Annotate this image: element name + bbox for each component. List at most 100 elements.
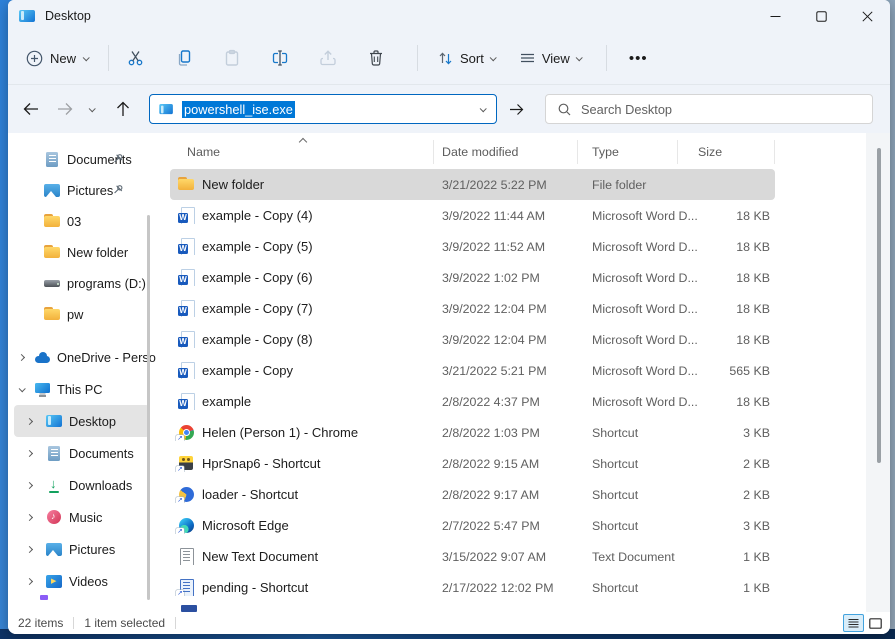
file-type: Microsoft Word D... bbox=[592, 364, 698, 378]
sidebar-quick-item[interactable]: pw bbox=[14, 299, 150, 330]
tree-chevron-icon[interactable] bbox=[26, 577, 33, 584]
tree-chevron-icon[interactable] bbox=[26, 481, 33, 488]
scrollbar-thumb[interactable] bbox=[877, 148, 881, 463]
chevron-down-icon bbox=[83, 54, 90, 61]
sidebar-quick-item[interactable]: Documents bbox=[14, 144, 150, 175]
file-name: pending - Shortcut bbox=[202, 580, 308, 595]
sidebar-quick-item[interactable]: programs (D:) bbox=[14, 268, 150, 299]
file-row[interactable]: ↗ Helen (Person 1) - Chrome 2/8/2022 1:0… bbox=[170, 417, 775, 448]
large-icons-view-button[interactable] bbox=[865, 614, 886, 632]
sidebar-scrollbar-thumb[interactable] bbox=[147, 215, 150, 600]
new-button[interactable]: New bbox=[16, 44, 98, 73]
file-row[interactable]: ↗ loader - Shortcut 2/8/2022 9:17 AM Sho… bbox=[170, 479, 775, 510]
desktop-icon bbox=[159, 102, 173, 116]
folder-icon bbox=[44, 213, 61, 230]
cut-button[interactable] bbox=[119, 41, 153, 75]
sidebar-tree-item[interactable]: This PC bbox=[14, 373, 150, 405]
column-separator[interactable] bbox=[774, 140, 775, 164]
column-header-size[interactable]: Size bbox=[698, 145, 775, 159]
sidebar-quick-item[interactable]: Pictures bbox=[14, 175, 150, 206]
file-row[interactable]: example - Copy 3/21/2022 5:21 PM Microso… bbox=[170, 355, 775, 386]
sidebar-tree-item[interactable]: Pictures bbox=[14, 533, 150, 565]
sidebar-tree-item[interactable]: Music bbox=[14, 501, 150, 533]
file-type: Microsoft Word D... bbox=[592, 333, 698, 347]
file-row[interactable]: example - Copy (7) 3/9/2022 12:04 PM Mic… bbox=[170, 293, 775, 324]
maximize-button[interactable] bbox=[798, 0, 844, 32]
chevron-down-icon[interactable] bbox=[480, 105, 487, 112]
sidebar-tree-item[interactable]: Downloads bbox=[14, 469, 150, 501]
recent-locations-button[interactable] bbox=[81, 95, 101, 123]
file-row[interactable]: ↗ HprSnap6 - Shortcut 2/8/2022 9:15 AM S… bbox=[170, 448, 775, 479]
status-bar: 22 items 1 item selected bbox=[8, 612, 890, 634]
file-row[interactable]: example - Copy (8) 3/9/2022 12:04 PM Mic… bbox=[170, 324, 775, 355]
column-separator[interactable] bbox=[433, 140, 434, 164]
paste-button[interactable] bbox=[215, 41, 249, 75]
details-view-button[interactable] bbox=[843, 614, 864, 632]
address-bar[interactable]: powershell_ise.exe bbox=[149, 94, 497, 124]
file-row[interactable]: New Text Document 3/15/2022 9:07 AM Text… bbox=[170, 541, 775, 572]
file-row[interactable]: example - Copy (4) 3/9/2022 11:44 AM Mic… bbox=[170, 200, 775, 231]
sidebar-item-label: programs (D:) bbox=[67, 276, 146, 291]
column-header-date-modified[interactable]: Date modified bbox=[442, 145, 592, 159]
sidebar-quick-item[interactable]: New folder bbox=[14, 237, 150, 268]
videos-icon bbox=[46, 573, 63, 590]
file-size: 18 KB bbox=[698, 209, 775, 223]
sidebar-tree-item[interactable]: Documents bbox=[14, 437, 150, 469]
delete-button[interactable] bbox=[359, 41, 393, 75]
column-header-type[interactable]: Type bbox=[592, 145, 698, 159]
sidebar-item-label: Music bbox=[69, 510, 102, 525]
file-row[interactable]: example - Copy (6) 3/9/2022 1:02 PM Micr… bbox=[170, 262, 775, 293]
see-more-button[interactable]: ••• bbox=[617, 50, 660, 67]
minimize-button[interactable] bbox=[752, 0, 798, 32]
tree-chevron-icon[interactable] bbox=[19, 385, 26, 392]
file-size: 18 KB bbox=[698, 302, 775, 316]
sidebar-quick-item[interactable]: 03 bbox=[14, 206, 150, 237]
close-button[interactable] bbox=[844, 0, 890, 32]
file-date-modified: 3/21/2022 5:21 PM bbox=[442, 364, 592, 378]
forward-button[interactable] bbox=[51, 95, 79, 123]
column-header-name[interactable]: Name bbox=[170, 145, 442, 159]
up-button[interactable] bbox=[109, 95, 137, 123]
address-input-selected-text[interactable]: powershell_ise.exe bbox=[182, 101, 295, 118]
word-icon bbox=[178, 300, 195, 317]
sidebar-item-label: New folder bbox=[67, 245, 128, 260]
file-row[interactable]: New folder 3/21/2022 5:22 PM File folder bbox=[170, 169, 775, 200]
file-date-modified: 3/9/2022 1:02 PM bbox=[442, 271, 592, 285]
sidebar-item-label: Pictures bbox=[69, 542, 115, 557]
sidebar-tree-item[interactable]: Desktop bbox=[14, 405, 150, 437]
tree-chevron-icon[interactable] bbox=[18, 353, 25, 360]
file-name-cell: example - Copy bbox=[170, 362, 442, 379]
details-view-icon bbox=[848, 618, 859, 628]
file-row[interactable]: example - Copy (5) 3/9/2022 11:52 AM Mic… bbox=[170, 231, 775, 262]
tree-chevron-icon[interactable] bbox=[26, 513, 33, 520]
column-separator[interactable] bbox=[677, 140, 678, 164]
chevron-down-icon bbox=[88, 105, 95, 112]
shortcut-arrow-badge: ↗ bbox=[176, 435, 184, 441]
view-button[interactable]: View bbox=[510, 44, 590, 73]
file-row[interactable]: ↗ Microsoft Edge 2/7/2022 5:47 PM Shortc… bbox=[170, 510, 775, 541]
search-box[interactable] bbox=[545, 94, 873, 124]
go-to-button[interactable] bbox=[503, 95, 529, 123]
vertical-scrollbar[interactable] bbox=[866, 133, 890, 612]
rename-button[interactable] bbox=[263, 41, 297, 75]
column-separator[interactable] bbox=[577, 140, 578, 164]
file-type: Microsoft Word D... bbox=[592, 271, 698, 285]
file-row[interactable]: example 2/8/2022 4:37 PM Microsoft Word … bbox=[170, 386, 775, 417]
file-row[interactable]: ↗ pending - Shortcut 2/17/2022 12:02 PM … bbox=[170, 572, 775, 603]
copy-button[interactable] bbox=[167, 41, 201, 75]
word-icon bbox=[178, 331, 195, 348]
sort-button[interactable]: Sort bbox=[428, 44, 504, 73]
search-input[interactable] bbox=[581, 102, 841, 117]
word-icon bbox=[178, 362, 195, 379]
tree-chevron-icon[interactable] bbox=[26, 545, 33, 552]
sidebar-tree-item[interactable]: Videos bbox=[14, 565, 150, 597]
partial-sidebar-icon bbox=[40, 595, 48, 600]
share-button[interactable] bbox=[311, 41, 345, 75]
tree-chevron-icon[interactable] bbox=[26, 449, 33, 456]
back-button[interactable] bbox=[17, 95, 45, 123]
file-name: Microsoft Edge bbox=[202, 518, 289, 533]
file-name-cell: ↗ loader - Shortcut bbox=[170, 486, 442, 503]
sidebar-tree-item[interactable]: OneDrive - Perso bbox=[14, 341, 150, 373]
word-icon bbox=[178, 393, 195, 410]
tree-chevron-icon[interactable] bbox=[26, 417, 33, 424]
